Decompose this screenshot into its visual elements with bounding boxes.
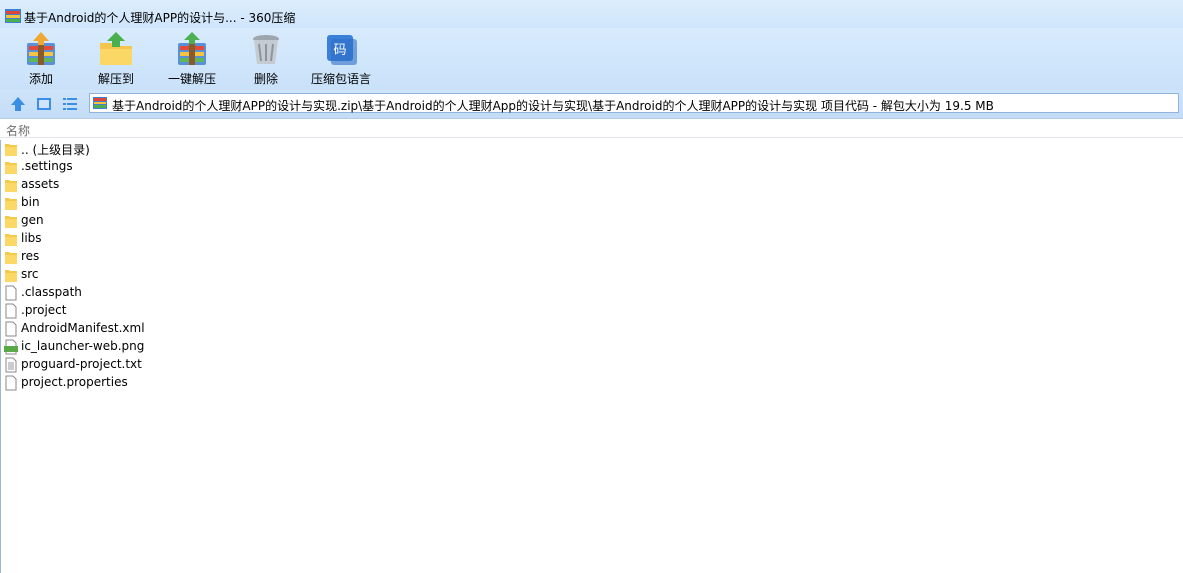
list-item-name: AndroidManifest.xml (21, 321, 145, 335)
up-arrow-icon[interactable] (9, 95, 27, 113)
list-item[interactable]: bin (0, 194, 1183, 212)
folder-icon (5, 270, 17, 282)
thumbnail-view-icon[interactable] (35, 95, 53, 113)
list-item[interactable]: libs (0, 230, 1183, 248)
archive-app-icon (5, 9, 21, 23)
extract-folder-icon (100, 32, 132, 65)
list-item[interactable]: .project (0, 302, 1183, 320)
window-title: 基于Android的个人理财APP的设计与... - 360压缩 (24, 11, 296, 25)
address-bar[interactable]: 基于Android的个人理财APP的设计与实现.zip\基于Android的个人… (89, 93, 1179, 113)
one-click-extract-label: 一键解压 (167, 72, 216, 86)
list-item[interactable]: .classpath (0, 284, 1183, 302)
list-item-name: .. (上级目录) (21, 143, 90, 157)
list-view-icon[interactable] (61, 95, 79, 113)
trash-bin-icon (253, 35, 279, 64)
code-page-icon: 码 (327, 35, 357, 65)
navigation-bar: 基于Android的个人理财APP的设计与实现.zip\基于Android的个人… (0, 90, 1183, 119)
list-item[interactable]: proguard-project.txt (0, 356, 1183, 374)
png-image-icon (4, 339, 18, 355)
delete-button[interactable]: 删除 (241, 28, 291, 88)
list-item-name: ic_launcher-web.png (21, 339, 145, 353)
add-button[interactable]: 添加 (16, 28, 66, 88)
archive-language-button[interactable]: 码 压缩包语言 (309, 28, 373, 88)
list-item[interactable]: .settings (0, 158, 1183, 176)
extract-to-label: 解压到 (97, 72, 134, 86)
file-icon (5, 303, 17, 319)
list-item-name: libs (21, 231, 42, 245)
archive-icon (93, 97, 107, 109)
folder-icon (5, 162, 17, 174)
column-header-bar: 名称 (0, 119, 1183, 138)
text-file-icon (5, 357, 17, 373)
archive-language-label: 压缩包语言 (310, 72, 371, 86)
list-item-name: assets (21, 177, 60, 191)
list-item-name: res (21, 249, 40, 263)
list-item-name: .settings (21, 159, 73, 173)
list-item[interactable]: gen (0, 212, 1183, 230)
folder-icon (5, 216, 17, 228)
list-item-name: .project (21, 303, 67, 317)
folder-icon (5, 180, 17, 192)
extract-to-button[interactable]: 解压到 (91, 28, 141, 88)
file-list: .. (上级目录) .settings assets bin gen libs … (0, 140, 1183, 392)
file-icon (5, 321, 17, 337)
one-click-extract-button[interactable]: 一键解压 (163, 28, 221, 88)
list-item-name: .classpath (21, 285, 82, 299)
folder-icon (5, 252, 17, 264)
address-path: 基于Android的个人理财APP的设计与实现.zip\基于Android的个人… (112, 99, 994, 113)
list-item[interactable]: res (0, 248, 1183, 266)
folder-icon (5, 234, 17, 246)
one-click-extract-icon (178, 32, 206, 65)
file-icon (5, 375, 17, 391)
list-item[interactable]: project.properties (0, 374, 1183, 392)
list-item-name: proguard-project.txt (21, 357, 142, 371)
list-item[interactable]: .. (上级目录) (0, 140, 1183, 158)
title-bar: 基于Android的个人理财APP的设计与... - 360压缩 (0, 0, 1183, 28)
list-item[interactable]: AndroidManifest.xml (0, 320, 1183, 338)
folder-icon (5, 198, 17, 210)
list-item[interactable]: ic_launcher-web.png (0, 338, 1183, 356)
list-item[interactable]: assets (0, 176, 1183, 194)
list-item[interactable]: src (0, 266, 1183, 284)
add-label: 添加 (28, 72, 53, 86)
column-name-header[interactable]: 名称 (6, 122, 30, 139)
file-icon (5, 285, 17, 301)
list-item-name: src (21, 267, 39, 281)
add-archive-icon (27, 32, 55, 65)
folder-icon (5, 144, 17, 156)
list-item-name: project.properties (21, 375, 128, 389)
toolbar: 添加 解压到 一键解压 删除 码 压缩包语言 (0, 28, 1183, 90)
list-item-name: gen (21, 213, 44, 227)
list-item-name: bin (21, 195, 40, 209)
delete-label: 删除 (253, 72, 278, 86)
svg-text:码: 码 (333, 43, 346, 58)
